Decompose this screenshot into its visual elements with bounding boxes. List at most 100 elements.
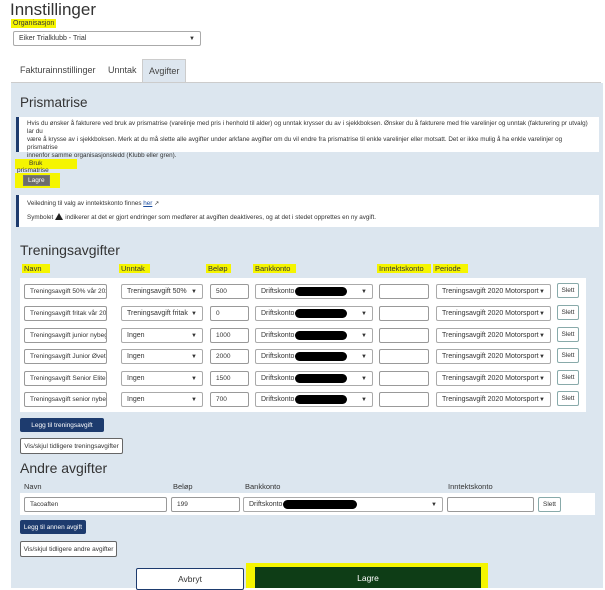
tab-fakturainnstillinger[interactable]: Fakturainnstillinger (20, 59, 96, 81)
chevron-down-icon: ▼ (431, 501, 437, 508)
trening-navn-input[interactable]: Treningsavgift junior nybeg (24, 328, 107, 343)
chevron-down-icon: ▼ (191, 396, 197, 403)
trening-unntak-value: Ingen (127, 353, 145, 360)
chevron-down-icon: ▼ (361, 310, 367, 317)
redaction-block (295, 309, 348, 318)
col-bankkonto: Bankkonto (253, 264, 296, 273)
andre-slett-button[interactable]: Slett (538, 497, 561, 512)
trening-periode-value: Treningsavgift 2020 Motorsport (442, 353, 539, 360)
redaction-block (295, 352, 348, 361)
guide-line-2: Symbolet indikerer at det er gjort endrin… (27, 213, 594, 222)
trening-periode-value: Treningsavgift 2020 Motorsport (442, 375, 539, 382)
trening-inntektskonto-input[interactable] (379, 328, 429, 343)
trening-slett-button[interactable]: Slett (557, 370, 579, 385)
tab-avgifter[interactable]: Avgifter (142, 59, 187, 82)
trening-slett-button[interactable]: Slett (557, 283, 579, 298)
trening-navn-input[interactable]: Treningsavgift senior nybeg (24, 392, 107, 407)
trening-bankkonto-select[interactable]: Driftskonto ▼ (255, 392, 373, 407)
add-annen-avgift-button[interactable]: Legg til annen avgift (20, 520, 86, 534)
trening-periode-select[interactable]: Treningsavgift 2020 Motorsport ▼ (436, 306, 551, 321)
trening-unntak-select[interactable]: Ingen ▼ (121, 371, 203, 386)
tab-unntak[interactable]: Unntak (108, 59, 137, 81)
chevron-down-icon: ▼ (539, 288, 545, 295)
trening-periode-select[interactable]: Treningsavgift 2020 Motorsport ▼ (436, 328, 551, 343)
trening-periode-select[interactable]: Treningsavgift 2020 Motorsport ▼ (436, 392, 551, 407)
save-button[interactable]: Lagre (255, 567, 481, 588)
prismatrise-checkbox[interactable]: Bruk prismatrise (15, 159, 77, 174)
trening-belop-input[interactable]: 1000 (210, 328, 249, 343)
trening-bankkonto-select[interactable]: Driftskonto ▼ (255, 328, 373, 343)
chevron-down-icon: ▼ (191, 310, 197, 317)
trening-belop-input[interactable]: 0 (210, 306, 249, 321)
trening-bankkonto-select[interactable]: Driftskonto ▼ (255, 284, 373, 299)
chevron-down-icon: ▼ (361, 288, 367, 295)
trening-bankkonto-select[interactable]: Driftskonto ▼ (255, 371, 373, 386)
trening-belop-input[interactable]: 1500 (210, 371, 249, 386)
trening-unntak-value: Treningsavgift fritak (127, 310, 188, 317)
trening-bankkonto-select[interactable]: Driftskonto ▼ (255, 349, 373, 364)
trening-inntektskonto-input[interactable] (379, 284, 429, 299)
andre-inntektskonto-input[interactable] (447, 497, 534, 512)
trening-slett-button[interactable]: Slett (557, 327, 579, 342)
prismatrise-heading: Prismatrise (20, 95, 88, 110)
guide-line-1: Veiledning til valg av inntektskonto fin… (27, 200, 594, 208)
andre-bankkonto-value: Driftskonto (249, 501, 283, 508)
andre-belop-input[interactable]: 199 (171, 497, 240, 512)
page-title: Innstillinger (10, 0, 96, 19)
chevron-down-icon: ▼ (539, 396, 545, 403)
trening-periode-select[interactable]: Treningsavgift 2020 Motorsport ▼ (436, 349, 551, 364)
trening-bankkonto-value: Driftskonto (261, 310, 295, 317)
toggle-treningsavgifter-button[interactable]: Vis/skjul tidligere treningsavgifter (20, 438, 123, 454)
prismatrise-save-button[interactable]: Lagre (23, 175, 50, 186)
toggle-andre-avgifter-button[interactable]: Vis/skjul tidligere andre avgifter (20, 541, 117, 557)
guide-link[interactable]: her (143, 200, 152, 207)
external-link-icon: ↗ (154, 201, 160, 207)
guide-line-2-prefix: Symbolet (27, 214, 54, 221)
trening-inntektskonto-input[interactable] (379, 392, 429, 407)
trening-inntektskonto-input[interactable] (379, 306, 429, 321)
trening-periode-select[interactable]: Treningsavgift 2020 Motorsport ▼ (436, 371, 551, 386)
trening-periode-value: Treningsavgift 2020 Motorsport (442, 332, 539, 339)
cancel-button[interactable]: Avbryt (136, 568, 244, 590)
trening-unntak-value: Ingen (127, 375, 145, 382)
col-periode: Periode (433, 264, 468, 273)
guide-line-1-text: Veiledning til valg av inntektskonto fin… (27, 200, 142, 207)
trening-navn-input[interactable]: Treningsavgift Senior Elite (24, 371, 107, 386)
trening-unntak-select[interactable]: Ingen ▼ (121, 328, 203, 343)
trening-slett-button[interactable]: Slett (557, 348, 579, 363)
trening-navn-input[interactable]: Treningsavgift fritak vår 20 (24, 306, 107, 321)
trening-periode-value: Treningsavgift 2020 Motorsport (442, 288, 539, 295)
add-treningsavgift-button[interactable]: Legg til treningsavgift (20, 418, 104, 432)
trening-unntak-select[interactable]: Treningsavgift fritak ▼ (121, 306, 203, 321)
col-unntak: Unntak (119, 264, 150, 273)
prismatrise-info-line-2: være å krysse av i sjekkboksen. Merk at … (27, 136, 563, 151)
trening-unntak-value: Ingen (127, 332, 145, 339)
organisation-select[interactable]: Eiker Trialklubb - Trial ▼ (13, 31, 201, 46)
trening-navn-input[interactable]: Treningsavgift 50% vår 202 (24, 284, 107, 299)
chevron-down-icon: ▼ (189, 35, 195, 42)
andre-bankkonto-select[interactable]: Driftskonto ▼ (243, 497, 443, 512)
trening-inntektskonto-input[interactable] (379, 349, 429, 364)
andre-navn-input[interactable]: Tacoaften (24, 497, 167, 512)
trening-periode-select[interactable]: Treningsavgift 2020 Motorsport ▼ (436, 284, 551, 299)
trening-bankkonto-value: Driftskonto (261, 288, 295, 295)
redaction-block (295, 287, 348, 296)
trening-belop-input[interactable]: 500 (210, 284, 249, 299)
trening-belop-input[interactable]: 700 (210, 392, 249, 407)
redaction-block (295, 331, 348, 340)
trening-slett-button[interactable]: Slett (557, 305, 579, 320)
trening-navn-input[interactable]: Treningsavgift Junior Øvet (24, 349, 107, 364)
col-navn: Navn (22, 264, 50, 273)
andre-col-navn: Navn (24, 482, 42, 491)
trening-unntak-select[interactable]: Ingen ▼ (121, 349, 203, 364)
trening-bankkonto-select[interactable]: Driftskonto ▼ (255, 306, 373, 321)
trening-slett-button[interactable]: Slett (557, 391, 579, 406)
trening-unntak-select[interactable]: Treningsavgift 50% ▼ (121, 284, 203, 299)
andre-avgifter-heading: Andre avgifter (20, 460, 108, 476)
trening-belop-input[interactable]: 2000 (210, 349, 249, 364)
trening-inntektskonto-input[interactable] (379, 371, 429, 386)
trening-unntak-select[interactable]: Ingen ▼ (121, 392, 203, 407)
chevron-down-icon: ▼ (539, 375, 545, 382)
guide-line-2-suffix: indikerer at det er gjort endringer som … (65, 214, 377, 221)
chevron-down-icon: ▼ (361, 353, 367, 360)
